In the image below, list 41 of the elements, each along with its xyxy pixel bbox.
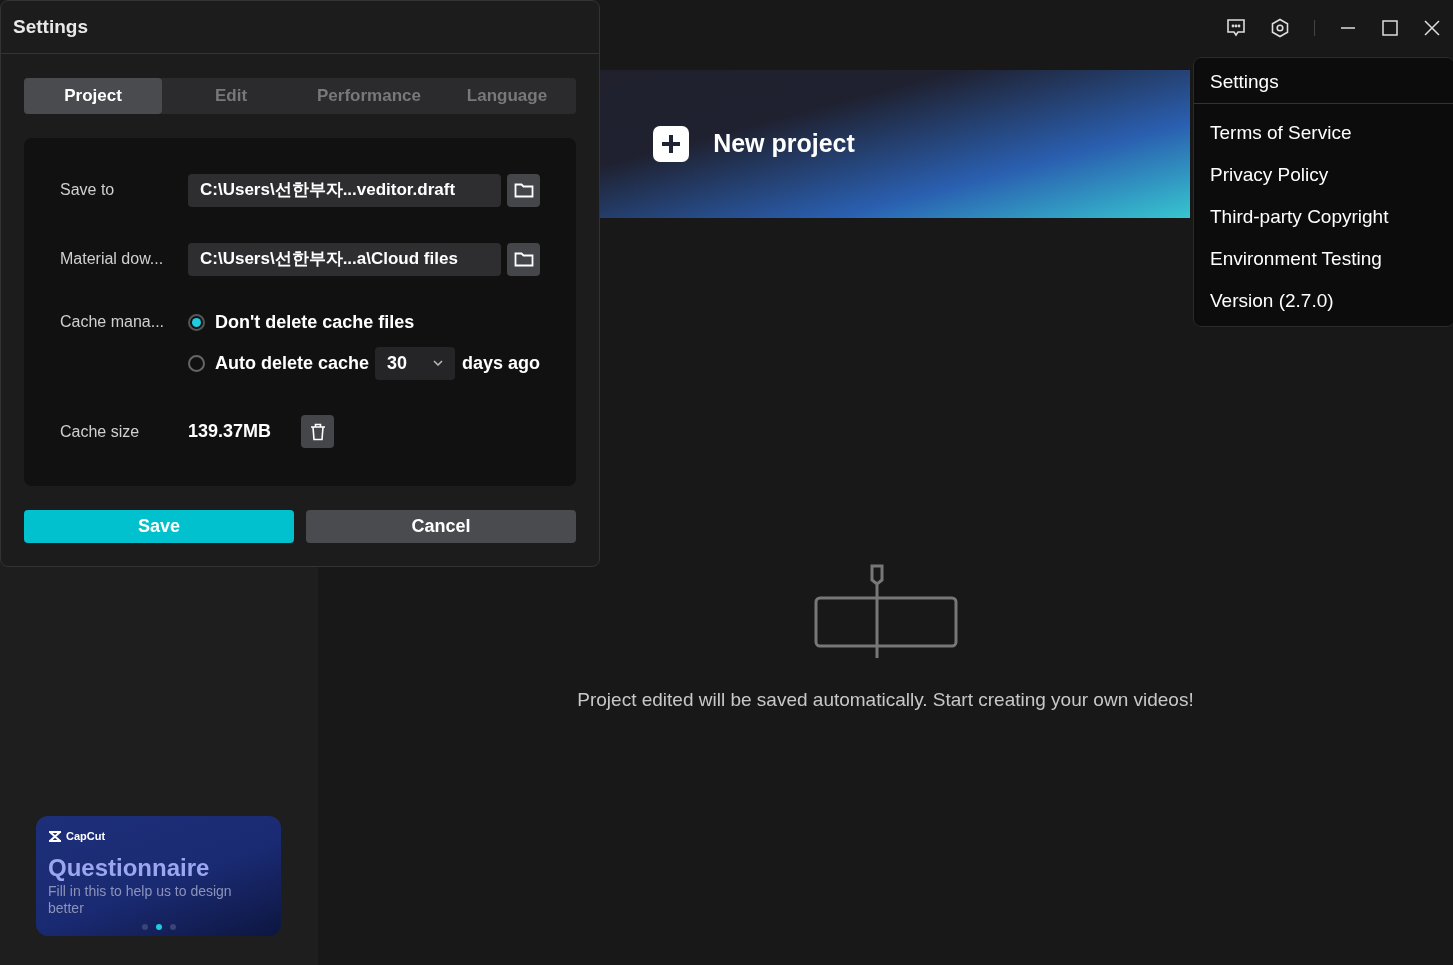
field-label: Cache size — [60, 421, 141, 442]
maximize-icon[interactable] — [1381, 19, 1399, 37]
radio-button[interactable] — [188, 313, 205, 331]
empty-message: Project edited will be saved automatically. Start creating your own videos! — [577, 688, 1194, 712]
menu-item[interactable]: Settings — [1194, 62, 1453, 104]
path-field[interactable]: C:\Users\선한부자...veditor.draft — [188, 173, 501, 207]
card-text: Fill in this to help us to design better — [48, 882, 233, 917]
field-label: Cache mana... — [60, 312, 166, 332]
close-icon[interactable] — [1423, 19, 1441, 37]
days-suffix: days ago — [462, 351, 541, 375]
chevron-down-icon — [433, 360, 444, 366]
browse-button[interactable] — [507, 173, 540, 207]
brand-name: CapCut — [66, 829, 106, 844]
plus-icon — [653, 126, 690, 162]
cancel-button[interactable]: Cancel — [306, 510, 576, 543]
cache-size-value: 139.37MB — [188, 420, 273, 443]
radio-label: Auto delete cache — [215, 351, 370, 375]
field-label: Material dow... — [60, 249, 165, 269]
empty-box-icon — [813, 564, 958, 660]
questionnaire-card[interactable]: CapCut Questionnaire Fill in this to help us to design better — [36, 816, 281, 936]
browse-button[interactable] — [507, 242, 540, 276]
menu-item[interactable]: Third-party Copyright — [1194, 196, 1453, 238]
clear-cache-button[interactable] — [301, 415, 334, 448]
path-field[interactable]: C:\Users\선한부자...a\Cloud files — [188, 242, 501, 276]
menu-item[interactable]: Privacy Policy — [1194, 154, 1453, 196]
folder-icon — [513, 182, 534, 198]
radio-button[interactable] — [188, 354, 205, 372]
dialog-title: Settings — [13, 14, 88, 39]
radio-label: Don't delete cache files — [215, 310, 415, 334]
settings-icon[interactable] — [1270, 18, 1290, 38]
menu-item[interactable]: Terms of Service — [1194, 112, 1453, 154]
card-title: Questionnaire — [48, 852, 211, 883]
menu-item[interactable]: Version (2.7.0) — [1194, 280, 1453, 322]
logo-icon — [48, 830, 62, 842]
tab[interactable]: Project — [24, 78, 162, 114]
feedback-icon[interactable] — [1226, 18, 1246, 38]
days-dropdown[interactable]: 30 — [375, 346, 456, 380]
trash-icon — [309, 422, 326, 441]
menu-item[interactable]: Environment Testing — [1194, 238, 1453, 280]
folder-icon — [513, 251, 534, 267]
field-label: Save to — [60, 180, 116, 200]
